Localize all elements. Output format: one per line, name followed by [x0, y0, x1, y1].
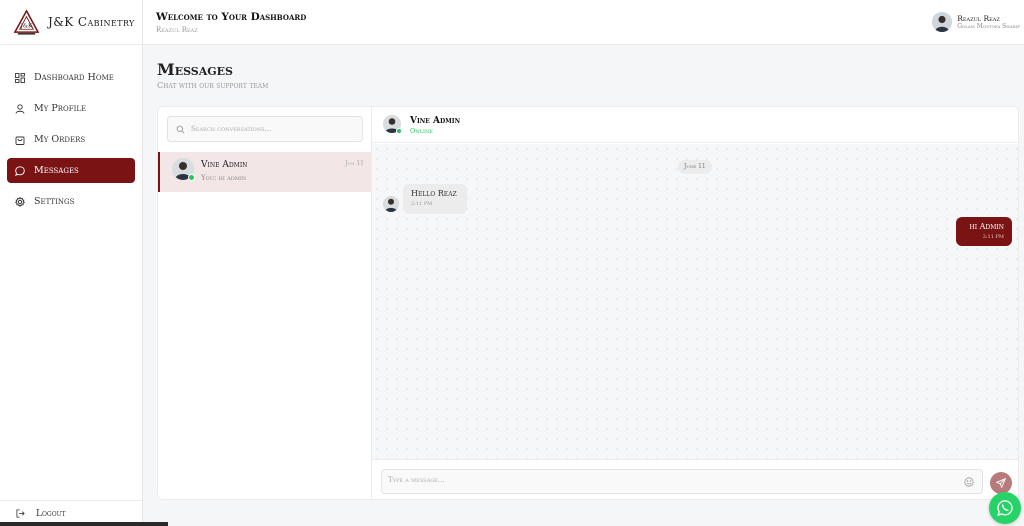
send-button[interactable] [990, 472, 1012, 494]
page-subtitle: Chat with our support team [157, 81, 269, 90]
sidebar-item-label: Settings [34, 196, 75, 207]
whatsapp-icon [997, 500, 1013, 517]
sidebar-item-label: My Orders [34, 134, 86, 145]
message-time: 2:11 PM [982, 234, 1004, 240]
user-icon [15, 103, 25, 114]
search-box[interactable] [167, 116, 363, 142]
sidebar-item-label: My Profile [34, 103, 87, 114]
user-name: Reazul Reaz [957, 13, 1000, 23]
sidebar-nav: Dashboard Home My Profile My Orders Mess… [0, 65, 142, 214]
sidebar-item-my-profile[interactable]: My Profile [7, 96, 135, 121]
send-icon [996, 478, 1006, 488]
search-input[interactable] [191, 125, 361, 133]
conversation-last-message: You: hi admin [201, 174, 247, 182]
conversation-avatar [172, 158, 195, 181]
online-indicator [188, 174, 195, 181]
brand[interactable]: J&K J&K Cabinetry [0, 0, 142, 45]
avatar [383, 196, 399, 212]
chat-pane: Vine Admin Online June 11 Hello Reaz 2:1… [372, 107, 1018, 499]
whatsapp-button[interactable] [989, 492, 1021, 524]
sidebar-item-my-orders[interactable]: My Orders [7, 127, 135, 152]
conversation-date: Jun 11 [345, 160, 364, 167]
gear-icon [15, 196, 25, 207]
chat-header: Vine Admin Online [372, 107, 1018, 143]
sidebar-item-label: Messages [34, 165, 79, 176]
message-input-box[interactable] [381, 469, 983, 494]
svg-text:J&K: J&K [20, 23, 33, 29]
message-time: 2:11 PM [411, 201, 433, 207]
top-bar: Welcome to Your Dashboard Reazul Reaz Re… [143, 0, 1024, 45]
logout-icon [16, 509, 25, 518]
sidebar-item-dashboard-home[interactable]: Dashboard Home [7, 65, 135, 90]
message-thread[interactable]: June 11 Hello Reaz 2:11 PM hi Admin 2:11… [372, 144, 1018, 459]
message-text: Hello Reaz [411, 189, 457, 198]
chat-contact-status: Online [410, 127, 434, 135]
sidebar-item-settings[interactable]: Settings [7, 189, 135, 214]
user-menu[interactable]: Reazul Reaz Golam Mostofa Sharif [932, 12, 1020, 32]
grid-icon [15, 72, 25, 83]
conversation-name: Vine Admin [201, 160, 248, 170]
logout-label: Logout [36, 508, 66, 519]
brand-name: J&K Cabinetry [48, 15, 135, 29]
message-bubble: Hello Reaz 2:11 PM [403, 184, 467, 214]
message-input[interactable] [388, 476, 958, 484]
user-subtitle: Golam Mostofa Sharif [957, 22, 1020, 30]
conversation-list: Vine Admin You: hi admin Jun 11 [158, 107, 372, 499]
welcome-heading: Welcome to Your Dashboard [156, 11, 307, 23]
bag-icon [15, 136, 25, 145]
sidebar-item-messages[interactable]: Messages [7, 158, 135, 183]
chat-bubble-icon [15, 165, 25, 176]
emoji-icon[interactable] [964, 477, 974, 487]
date-separator: June 11 [678, 160, 712, 174]
message-text: hi Admin [969, 222, 1005, 231]
chat-contact-name: Vine Admin [410, 116, 461, 126]
chat-header-avatar [383, 115, 402, 134]
outgoing-message: hi Admin 2:11 PM [956, 217, 1012, 246]
browser-status-bar [0, 522, 168, 526]
welcome-subtitle: Reazul Reaz [156, 26, 198, 34]
sidebar: J&K J&K Cabinetry Dashboard Home My Prof… [0, 0, 143, 526]
sidebar-item-label: Dashboard Home [34, 72, 114, 83]
conversation-item[interactable]: Vine Admin You: hi admin Jun 11 [158, 152, 371, 192]
page-title: Messages [157, 60, 233, 79]
search-icon [176, 125, 185, 133]
message-composer [372, 459, 1018, 499]
jk-logo-icon: J&K [13, 8, 40, 35]
online-indicator [396, 128, 402, 134]
avatar [932, 12, 953, 32]
chat-card: Vine Admin You: hi admin Jun 11 Vine Adm… [157, 106, 1019, 500]
